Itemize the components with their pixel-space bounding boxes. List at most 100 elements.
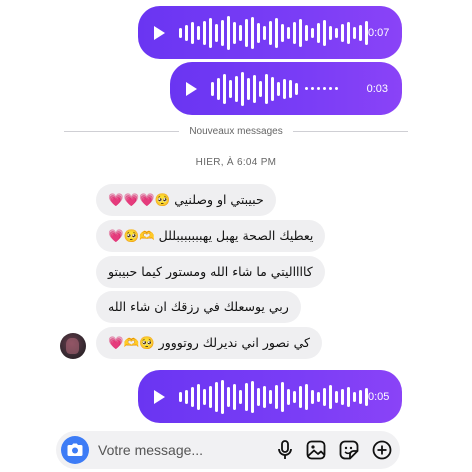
waveform-bar xyxy=(347,386,350,407)
waveform xyxy=(211,69,367,109)
waveform-bar xyxy=(287,26,290,39)
waveform-bar xyxy=(197,25,200,40)
new-messages-divider: Nouveaux messages xyxy=(64,124,409,138)
sticker-icon[interactable] xyxy=(339,440,359,460)
waveform-bar xyxy=(281,23,284,42)
waveform-bar xyxy=(251,16,254,49)
waveform-bar xyxy=(203,20,206,45)
waveform-bar xyxy=(283,78,286,99)
waveform-bar xyxy=(317,391,320,402)
timestamp: HIER, À 6:04 PM xyxy=(195,157,277,168)
microphone-icon[interactable] xyxy=(277,440,293,460)
waveform-bar xyxy=(271,76,274,101)
waveform-bar xyxy=(269,389,272,404)
waveform-bar xyxy=(191,21,194,44)
waveform-bar xyxy=(323,387,326,406)
waveform-bar xyxy=(353,391,356,402)
waveform-bar xyxy=(269,20,272,45)
waveform-bar xyxy=(215,381,218,412)
waveform-bar xyxy=(185,24,188,41)
waveform-bar xyxy=(341,23,344,42)
avatar[interactable] xyxy=(60,333,86,359)
waveform-dot xyxy=(335,87,338,90)
waveform-bar xyxy=(263,25,266,40)
waveform-bar xyxy=(239,24,242,41)
waveform-bar xyxy=(209,17,212,48)
waveform-bar xyxy=(217,77,220,100)
waveform-dot xyxy=(329,87,332,90)
waveform-bar xyxy=(253,74,256,103)
message-input[interactable] xyxy=(98,442,258,458)
voice-message[interactable]: 0:07 xyxy=(138,6,402,59)
play-icon[interactable] xyxy=(154,25,165,40)
waveform-bar xyxy=(335,27,338,38)
divider-label: Nouveaux messages xyxy=(189,125,283,137)
waveform-bar xyxy=(223,73,226,104)
waveform-bar xyxy=(241,71,244,106)
message-bubble[interactable]: حبيبتي او وصلنيي 🥺💗💗💗 xyxy=(96,184,276,216)
waveform-bar xyxy=(329,25,332,40)
waveform-bar xyxy=(247,77,250,100)
waveform-dot xyxy=(317,87,320,90)
waveform-bar xyxy=(359,389,362,404)
waveform-bar xyxy=(251,380,254,413)
voice-message[interactable]: 0:03 xyxy=(170,62,402,115)
voice-duration: 0:05 xyxy=(368,390,390,403)
waveform-bar xyxy=(257,22,260,43)
voice-message[interactable]: 0:05 xyxy=(138,370,402,423)
waveform-bar xyxy=(293,390,296,403)
message-bubble[interactable]: كااااليتي ما شاء الله ومستور كيما حبيبتو xyxy=(96,256,325,288)
waveform xyxy=(179,13,368,53)
waveform-bar xyxy=(179,27,182,38)
waveform-bar xyxy=(353,26,356,39)
waveform-bar xyxy=(221,379,224,414)
waveform-bar xyxy=(233,383,236,410)
waveform-bar xyxy=(323,19,326,46)
play-icon[interactable] xyxy=(186,81,197,96)
waveform-dots xyxy=(305,87,338,90)
message-bubble[interactable]: يعطيك الصحة يهبل يهبببببببللل 🫶🥺💗 xyxy=(96,220,326,252)
waveform-bar xyxy=(233,21,236,44)
waveform-bar xyxy=(263,385,266,408)
waveform-bar xyxy=(293,21,296,44)
waveform-bar xyxy=(229,79,232,98)
waveform-bar xyxy=(275,384,278,409)
plus-circle-icon[interactable] xyxy=(372,440,392,460)
waveform-dot xyxy=(323,87,326,90)
message-composer xyxy=(56,431,400,469)
waveform-bar xyxy=(281,381,284,412)
image-icon[interactable] xyxy=(306,440,326,460)
voice-duration: 0:07 xyxy=(368,26,390,39)
waveform-bar xyxy=(197,383,200,410)
waveform-bar xyxy=(227,386,230,407)
waveform-bar xyxy=(305,24,308,41)
waveform-bar xyxy=(305,383,308,410)
waveform-bar xyxy=(257,387,260,406)
waveform-bar xyxy=(329,384,332,409)
waveform-bar xyxy=(221,19,224,46)
message-bubble[interactable]: كي نصور اني نديرلك روتووور 🥺🫶💗 xyxy=(96,327,322,359)
waveform-bar xyxy=(179,391,182,402)
waveform-bar xyxy=(295,82,298,95)
waveform-bar xyxy=(209,385,212,408)
waveform-bar xyxy=(239,389,242,404)
waveform-bar xyxy=(347,21,350,44)
waveform-bar xyxy=(335,390,338,403)
message-bubble[interactable]: ربي يوسعلك في رزقك ان شاء الله xyxy=(96,291,301,323)
camera-icon xyxy=(67,443,83,456)
waveform-bar xyxy=(317,22,320,43)
waveform-bar xyxy=(203,388,206,405)
waveform-dot xyxy=(305,87,308,90)
waveform-bar xyxy=(277,81,280,96)
waveform-bar xyxy=(275,17,278,48)
waveform-bar xyxy=(265,73,268,104)
camera-button[interactable] xyxy=(61,436,89,464)
waveform-bar xyxy=(245,382,248,411)
waveform-bar xyxy=(211,81,214,96)
waveform-bar xyxy=(341,388,344,405)
waveform-bar xyxy=(235,75,238,102)
waveform-bar xyxy=(299,18,302,47)
waveform xyxy=(179,377,368,417)
waveform-bar xyxy=(299,385,302,408)
play-icon[interactable] xyxy=(154,389,165,404)
